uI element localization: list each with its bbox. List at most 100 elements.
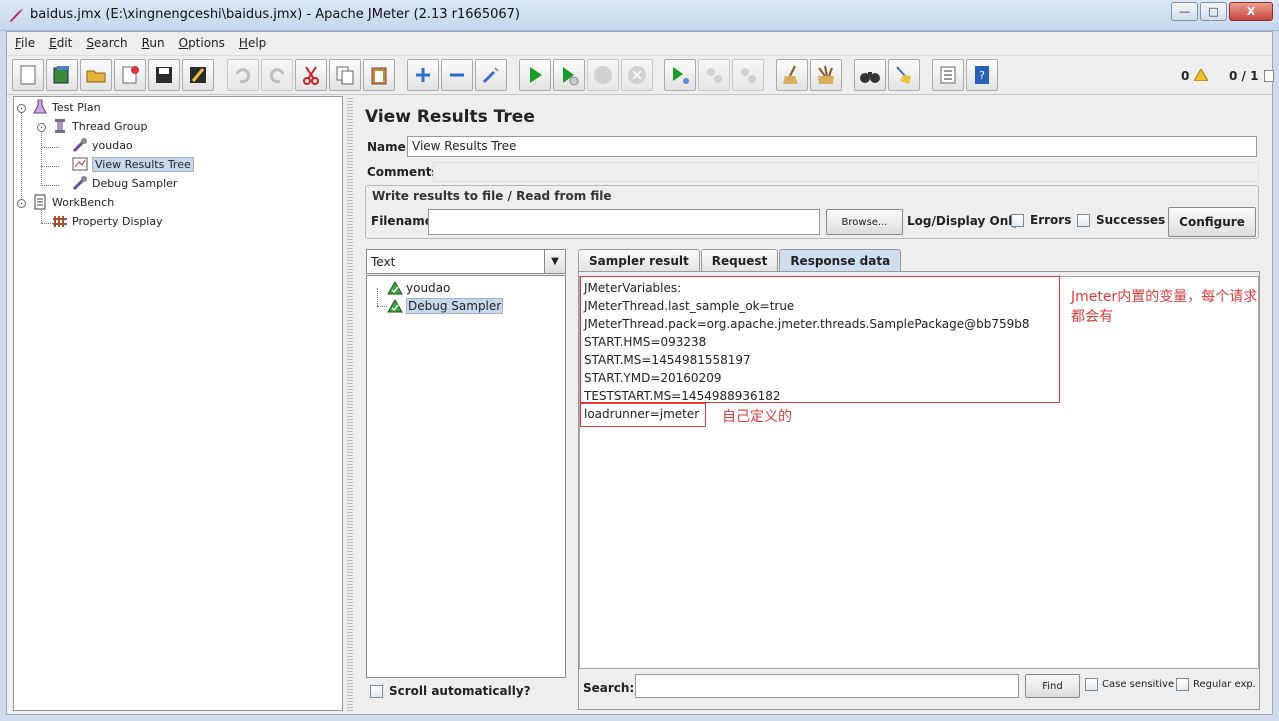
menu-file[interactable]: File	[15, 36, 35, 50]
result-item-debug-sampler[interactable]: Debug Sampler	[387, 297, 504, 315]
scroll-automatically-checkbox[interactable]	[370, 684, 383, 698]
maximize-button[interactable]: □	[1200, 2, 1227, 21]
errors-label: Errors	[1030, 213, 1072, 227]
menu-edit[interactable]: Edit	[49, 36, 72, 50]
annotation-builtin-text: Jmeter内置的变量，每个请求都会有	[1071, 289, 1258, 325]
collapse-all-button[interactable]	[441, 59, 473, 91]
split-pane-divider[interactable]	[347, 96, 353, 711]
start-button[interactable]	[519, 59, 551, 91]
find-button[interactable]: Find	[1025, 674, 1080, 698]
svg-text:?: ?	[979, 69, 985, 82]
property-display-fence-icon	[53, 216, 67, 227]
tree-node-debug-sampler[interactable]: Debug Sampler	[72, 174, 177, 192]
toolbar: ? 0 0 / 1	[7, 55, 1274, 95]
regular-exp-option[interactable]: Regular exp.	[1176, 678, 1256, 691]
toggle-button[interactable]	[475, 59, 507, 91]
minimize-button[interactable]: —	[1171, 2, 1198, 21]
name-input[interactable]: View Results Tree	[407, 136, 1257, 157]
active-threads: 0 / 1	[1229, 69, 1259, 83]
tree-node-property-display[interactable]: Property Display	[52, 212, 163, 230]
help-button[interactable]: ?	[966, 59, 998, 91]
stop-button[interactable]	[587, 59, 619, 91]
plus-icon	[416, 68, 430, 82]
menu-bar: File Edit Search Run Options Help	[7, 32, 1272, 54]
menu-options[interactable]: Options	[179, 36, 225, 50]
start-no-pauses-button[interactable]	[553, 59, 585, 91]
menu-search[interactable]: Search	[86, 36, 127, 50]
page-title: View Results Tree	[365, 107, 535, 127]
successes-checkbox[interactable]	[1077, 213, 1090, 227]
remote-start-button[interactable]	[664, 59, 696, 91]
errors-checkbox[interactable]	[1011, 213, 1024, 227]
result-tabs: Sampler result Request Response data	[578, 249, 902, 271]
jmeter-feather-icon	[10, 9, 23, 22]
test-plan-tree[interactable]: Test Plan Thread Group youdao View Resul…	[13, 96, 343, 711]
filename-input[interactable]	[428, 209, 820, 235]
open-button[interactable]	[80, 59, 112, 91]
annotation-box-builtin	[580, 276, 1060, 403]
close-button[interactable]: X	[1229, 2, 1273, 21]
expand-toggle-icon[interactable]	[37, 123, 46, 132]
shutdown-icon	[628, 66, 646, 84]
tree-node-view-results-tree[interactable]: View Results Tree	[72, 155, 194, 173]
clear-all-broom-icon	[818, 65, 834, 84]
menu-help[interactable]: Help	[239, 36, 266, 50]
clear-button[interactable]	[776, 59, 808, 91]
tree-node-thread-group[interactable]: Thread Group	[52, 117, 147, 135]
configure-button[interactable]: Configure	[1168, 207, 1256, 237]
result-item-youdao[interactable]: youdao	[387, 279, 450, 297]
expand-all-button[interactable]	[407, 59, 439, 91]
cut-button[interactable]	[295, 59, 327, 91]
errors-option[interactable]: Errors	[1011, 213, 1071, 227]
search-button[interactable]	[854, 59, 886, 91]
expand-toggle-icon[interactable]	[17, 199, 26, 208]
case-sensitive-checkbox[interactable]	[1085, 678, 1098, 691]
copy-icon	[336, 66, 354, 85]
new-button[interactable]	[12, 59, 44, 91]
tab-sampler-result[interactable]: Sampler result	[578, 249, 700, 271]
tree-node-youdao[interactable]: youdao	[72, 136, 133, 154]
successes-option[interactable]: Successes	[1077, 213, 1165, 227]
browse-button[interactable]: Browse...	[826, 209, 903, 235]
annotation-box-custom	[580, 403, 706, 427]
templates-button[interactable]	[46, 59, 78, 91]
renderer-select[interactable]: Text ▼	[366, 249, 566, 274]
reset-search-button[interactable]	[888, 59, 920, 91]
function-helper-button[interactable]	[932, 59, 964, 91]
toggle-wand-icon	[482, 67, 499, 84]
response-text-area[interactable]: JMeterVariables: JMeterThread.last_sampl…	[579, 276, 1259, 669]
paste-button[interactable]	[363, 59, 395, 91]
redo-arrow-icon	[269, 68, 285, 84]
results-file-group: Write results to file / Read from file F…	[365, 185, 1259, 239]
menu-run[interactable]: Run	[142, 36, 165, 50]
redo-button[interactable]	[261, 59, 293, 91]
remote-stop-button[interactable]	[698, 59, 730, 91]
save-as-image-button[interactable]	[182, 59, 214, 91]
scroll-automatically-option[interactable]: Scroll automatically?	[370, 684, 531, 698]
sampler-pipette-icon	[72, 176, 87, 191]
test-plan-flask-icon	[33, 99, 47, 114]
undo-button[interactable]	[227, 59, 259, 91]
remote-shutdown-button[interactable]	[732, 59, 764, 91]
case-sensitive-option[interactable]: Case sensitive	[1085, 678, 1174, 691]
clear-all-button[interactable]	[810, 59, 842, 91]
close-plan-button[interactable]	[114, 59, 146, 91]
tree-node-test-plan[interactable]: Test Plan	[32, 98, 101, 116]
title-bar: baidus.jmx (E:\xingnengceshi\baidus.jmx)…	[0, 0, 1279, 31]
comments-input[interactable]	[433, 162, 1259, 182]
save-button[interactable]	[148, 59, 180, 91]
tab-request[interactable]: Request	[700, 249, 779, 271]
success-triangle-icon	[387, 281, 403, 295]
shutdown-button[interactable]	[621, 59, 653, 91]
results-file-legend: Write results to file / Read from file	[372, 189, 612, 203]
regular-exp-checkbox[interactable]	[1176, 678, 1189, 691]
play-no-timers-icon	[563, 67, 579, 86]
expand-toggle-icon[interactable]	[17, 104, 26, 113]
case-sensitive-label: Case sensitive	[1102, 679, 1175, 690]
dropdown-arrow-icon[interactable]: ▼	[544, 250, 565, 273]
tree-node-workbench[interactable]: WorkBench	[32, 193, 114, 211]
sample-result-list[interactable]: youdao Debug Sampler	[366, 275, 566, 678]
search-input[interactable]	[635, 674, 1019, 698]
tab-response-data[interactable]: Response data	[779, 249, 902, 271]
copy-button[interactable]	[329, 59, 361, 91]
